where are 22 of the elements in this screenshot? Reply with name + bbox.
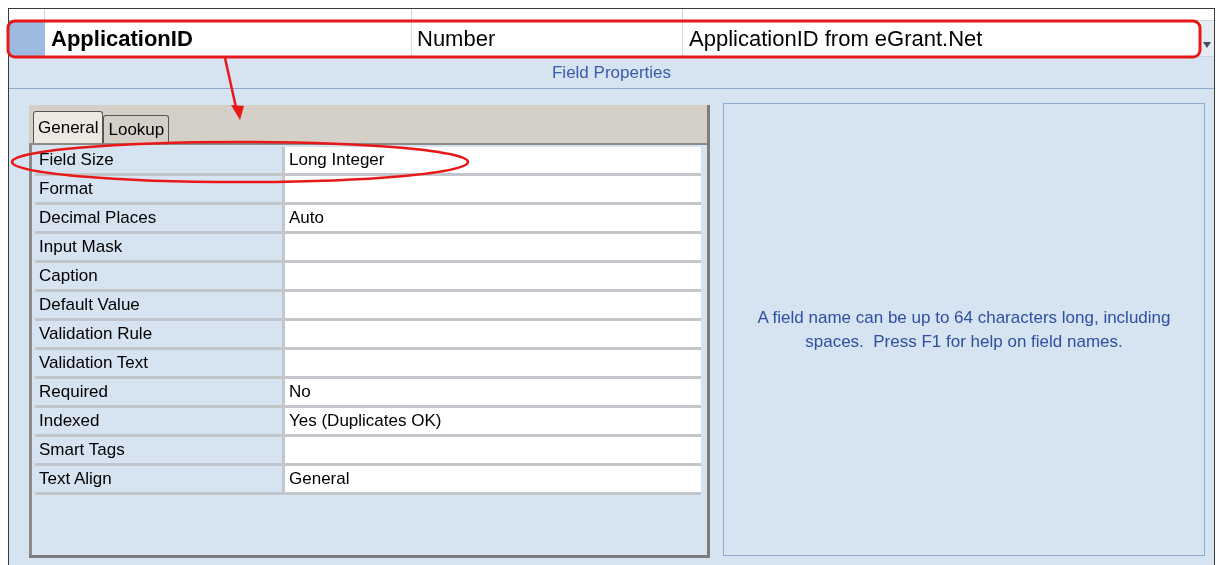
property-value-field[interactable] [285,437,701,463]
table-cell: ApplicationID from eGrant.Net [683,21,1200,56]
scroll-arrow-icon[interactable] [1203,42,1211,48]
property-value-field[interactable]: Long Integer [285,147,701,173]
property-value-field[interactable] [285,321,701,347]
tab[interactable]: General [33,111,104,143]
property-value-field[interactable] [285,263,701,289]
property-value-field[interactable] [285,292,701,318]
tab[interactable]: Lookup [103,115,170,143]
property-value-field[interactable]: Yes (Duplicates OK) [285,408,701,434]
table-row[interactable]: ApplicationID Number ApplicationID from eGrant.Net [9,21,1214,57]
property-value-field[interactable]: Auto [285,205,701,231]
table-cell: Number [412,21,683,56]
property-value-field[interactable] [285,234,701,260]
table-cell: ApplicationID [45,21,412,56]
property-value-field[interactable]: General [285,466,701,492]
property-value-field[interactable] [285,176,701,202]
help-text: A field name can be up to 64 characters long, including spaces. Press F1 for help on field names. [756,306,1172,353]
section-title: Field Properties [551,61,672,84]
annotation-arrow [223,57,244,120]
property-value-field[interactable]: No [285,379,701,405]
property-value-field[interactable] [285,350,701,376]
